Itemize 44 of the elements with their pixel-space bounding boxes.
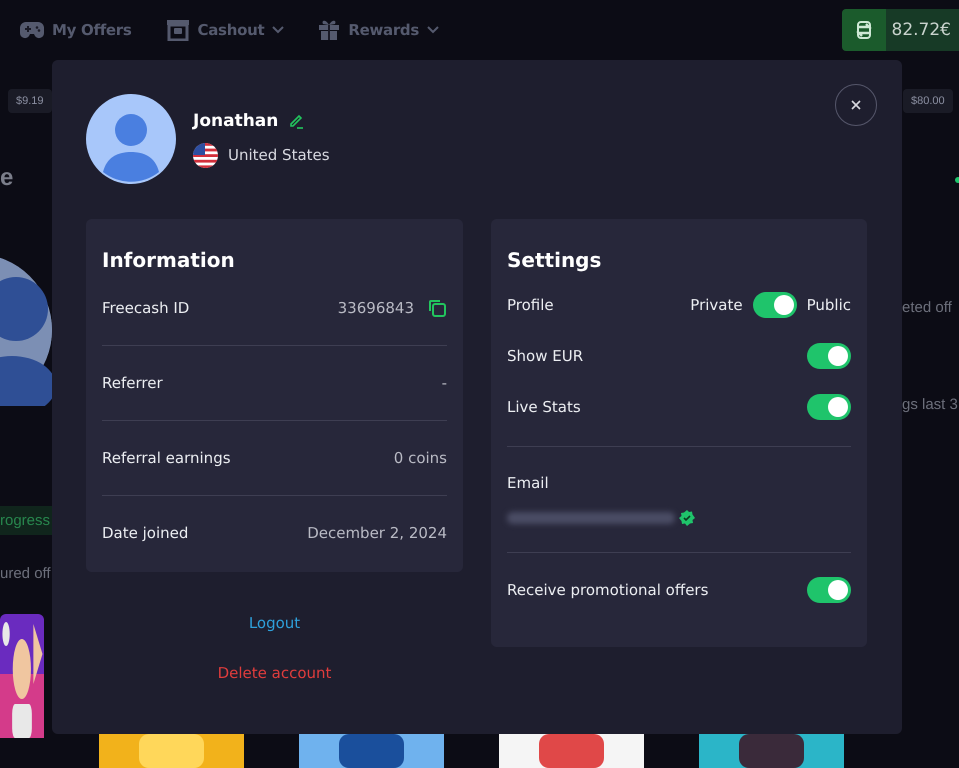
card-title: Information: [102, 247, 236, 274]
card-title: Settings: [507, 247, 602, 274]
copy-icon[interactable]: [427, 298, 447, 318]
field-value: 0 coins: [394, 449, 447, 467]
setting-label: Live Stats: [507, 398, 582, 416]
field-label: Date joined: [102, 524, 188, 542]
setting-label: Email: [507, 474, 549, 492]
field-label: Referrer: [102, 374, 163, 392]
nav-link[interactable]: Cashout: [166, 19, 284, 41]
toggle-label: Public: [806, 296, 851, 314]
field-label: Referral earnings: [102, 449, 231, 467]
field-label: Freecash ID: [102, 299, 190, 317]
nav-link[interactable]: My Offers: [20, 21, 132, 39]
user-name: Jonathan: [193, 110, 278, 130]
flag-icon: [193, 142, 218, 168]
setting-label: Profile: [507, 296, 555, 314]
section-label: eted off: [902, 299, 952, 316]
gift-icon: [318, 19, 340, 41]
price-chip: $9.19: [8, 89, 52, 113]
toggle-switch[interactable]: [807, 577, 851, 603]
gamepad-icon: [20, 21, 44, 39]
toggle-switch[interactable]: [807, 394, 851, 420]
close-button[interactable]: [835, 84, 877, 126]
section-label: gs last 3: [902, 396, 958, 413]
cashout-icon: [166, 19, 190, 41]
toggle-label: Private: [690, 296, 743, 314]
section-label: ured off: [0, 565, 51, 582]
logout-link[interactable]: Logout: [248, 614, 300, 632]
country-label: United States: [228, 146, 330, 164]
field-value: -: [442, 374, 447, 392]
setting-label: Receive promotional offers: [507, 581, 710, 599]
toggle-switch[interactable]: [752, 292, 797, 318]
field-value: December 2, 2024: [307, 524, 447, 542]
delete-account-link[interactable]: Delete account: [218, 664, 332, 682]
avatar-icon: [86, 94, 176, 184]
close-icon: [850, 99, 862, 111]
field-value: 33696843: [338, 299, 414, 317]
price-chip: $80.00: [903, 89, 953, 113]
nav-link[interactable]: Rewards: [318, 19, 439, 41]
setting-label: Show EUR: [507, 347, 584, 365]
status-badge: rogress: [0, 506, 52, 535]
section-heading: e: [0, 164, 14, 192]
edit-icon[interactable]: [288, 112, 304, 128]
toggle-switch[interactable]: [807, 343, 851, 369]
